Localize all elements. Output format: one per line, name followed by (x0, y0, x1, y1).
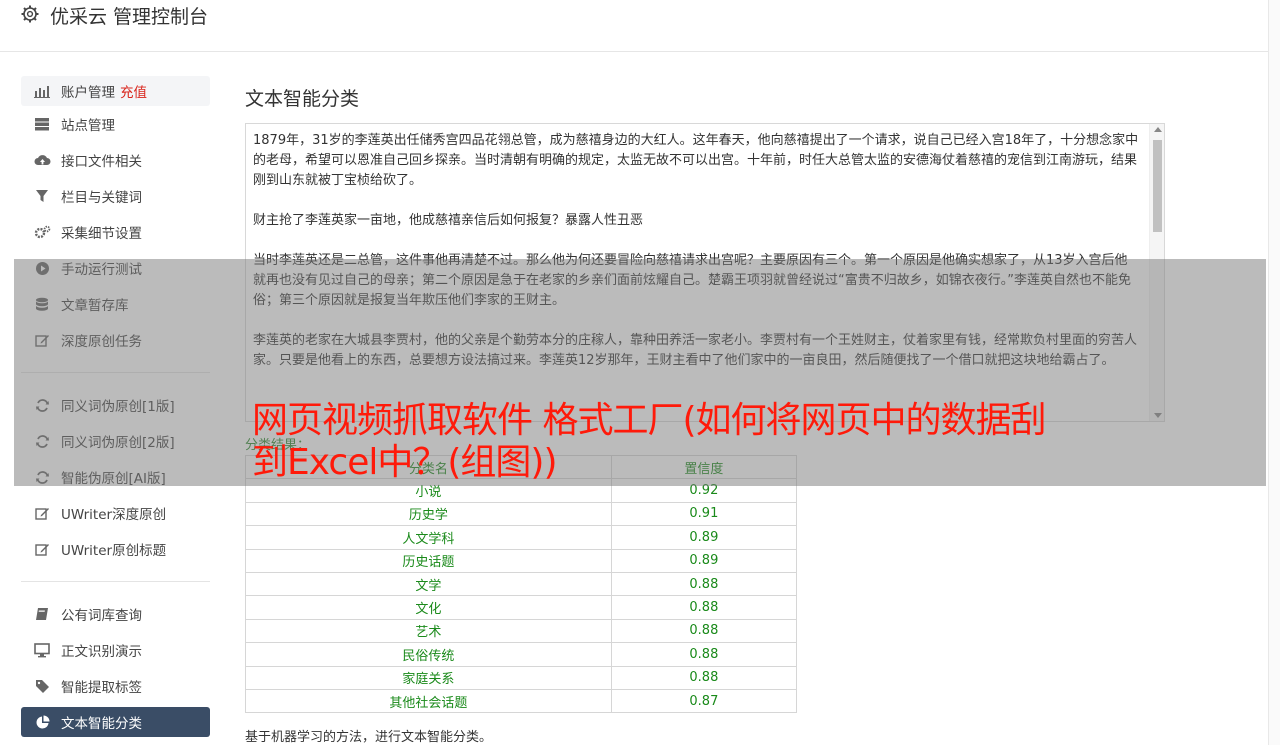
bar-chart-icon (33, 82, 51, 100)
sidebar-item-group3-0[interactable]: 公有词库查询 (21, 596, 210, 632)
sidebar-item-group2-3[interactable]: UWriter深度原创 (21, 495, 210, 531)
edit-icon (33, 504, 51, 522)
sidebar-item-group1-1[interactable]: 站点管理 (21, 106, 210, 142)
sidebar-item-group3-2[interactable]: 智能提取标签 (21, 668, 210, 704)
server-icon (33, 115, 51, 133)
confidence-cell: 0.89 (610, 525, 798, 550)
sidebar-item-group1-2[interactable]: 接口文件相关 (21, 142, 210, 178)
gear-icon[interactable] (20, 4, 40, 24)
desktop-icon (33, 641, 51, 659)
category-cell: 其他社会话题 (245, 688, 612, 714)
sidebar-item-label: 采集细节设置 (61, 226, 142, 242)
page-title: 文本智能分类 (245, 88, 360, 110)
table-row: 其他社会话题 0.87 (245, 688, 798, 714)
footer-note: 基于机器学习的方法，进行文本智能分类。 (245, 730, 493, 745)
confidence-cell: 0.87 (610, 688, 798, 714)
confidence-cell: 0.88 (610, 595, 798, 620)
confidence-cell: 0.88 (610, 618, 798, 644)
pie-chart-icon (33, 713, 51, 731)
sidebar-item-label: 正文识别演示 (61, 644, 142, 660)
table-row: 民俗传统 0.88 (245, 642, 798, 667)
table-row: 家庭关系 0.88 (245, 665, 798, 690)
recharge-link[interactable]: 充值 (120, 81, 147, 101)
text-paragraph: 1879年，31岁的李莲英出任储秀宫四品花翎总管，成为慈禧身边的大红人。这年春天… (253, 133, 1139, 188)
results-table: 分类名 置信度 小说0.92历史学0.91人文学科0.89历史话题0.89文学0… (245, 454, 798, 714)
confidence-cell: 0.88 (610, 571, 798, 597)
sidebar-item-label: 文本智能分类 (61, 716, 142, 732)
scroll-thumb[interactable] (1153, 140, 1162, 232)
edit-icon (33, 540, 51, 558)
gears-icon (33, 223, 51, 241)
sidebar-item-group1-4[interactable]: 采集细节设置 (21, 214, 210, 250)
scroll-up-icon[interactable] (1154, 127, 1162, 132)
sidebar-item-label: UWriter深度原创 (61, 507, 167, 523)
table-row: 历史话题 0.89 (245, 548, 798, 573)
category-cell: 艺术 (245, 618, 612, 644)
sidebar-item-group1-3[interactable]: 栏目与关键词 (21, 178, 210, 214)
header: 优采云 管理控制台 (0, 0, 1268, 52)
confidence-cell: 0.88 (610, 665, 798, 690)
sidebar-item-group3-4[interactable]: 内容相关度检测 (21, 737, 210, 745)
sidebar-divider (21, 581, 210, 582)
page-scrollbar[interactable] (1268, 0, 1280, 745)
overlay-headline: 网页视频抓取软件 格式工厂(如何将网页中的数据刮到Excel中？(组图)) (252, 400, 1047, 483)
category-cell: 历史学 (245, 501, 612, 527)
category-cell: 人文学科 (245, 525, 612, 550)
category-cell: 民俗传统 (245, 642, 612, 667)
sidebar-item-label: 账户管理 (61, 85, 115, 101)
console-title: 优采云 管理控制台 (50, 6, 209, 28)
sidebar-item-label: 栏目与关键词 (61, 190, 142, 206)
filter-icon (33, 187, 51, 205)
category-cell: 文化 (245, 595, 612, 620)
sidebar-item-group2-4[interactable]: UWriter原创标题 (21, 531, 210, 567)
sidebar-item-group3-3[interactable]: 文本智能分类 (21, 707, 210, 737)
category-cell: 历史话题 (245, 548, 612, 573)
table-row: 文化 0.88 (245, 595, 798, 620)
table-row: 艺术 0.88 (245, 618, 798, 644)
table-row: 文学 0.88 (245, 571, 798, 597)
category-cell: 文学 (245, 571, 612, 597)
confidence-cell: 0.91 (610, 501, 798, 527)
sidebar-item-label: 站点管理 (61, 118, 115, 134)
sidebar-item-label: UWriter原创标题 (61, 543, 167, 559)
sidebar-item-group1-0[interactable]: 账户管理 充值 (21, 76, 210, 106)
sidebar-item-label: 公有词库查询 (61, 608, 142, 624)
sidebar-item-label: 智能提取标签 (61, 680, 142, 696)
book-icon (33, 605, 51, 623)
sidebar-item-group3-1[interactable]: 正文识别演示 (21, 632, 210, 668)
table-row: 人文学科 0.89 (245, 525, 798, 550)
category-cell: 家庭关系 (245, 665, 612, 690)
table-row: 历史学 0.91 (245, 501, 798, 527)
confidence-cell: 0.88 (610, 642, 798, 667)
text-paragraph: 财主抢了李莲英家一亩地，他成慈禧亲信后如何报复？暴露人性丑恶 (253, 213, 644, 228)
sidebar-item-label: 接口文件相关 (61, 154, 142, 170)
cloud-upload-icon (33, 151, 51, 169)
main-panel: 文本智能分类 (245, 84, 1165, 110)
tag-icon (33, 677, 51, 695)
confidence-cell: 0.89 (610, 548, 798, 573)
